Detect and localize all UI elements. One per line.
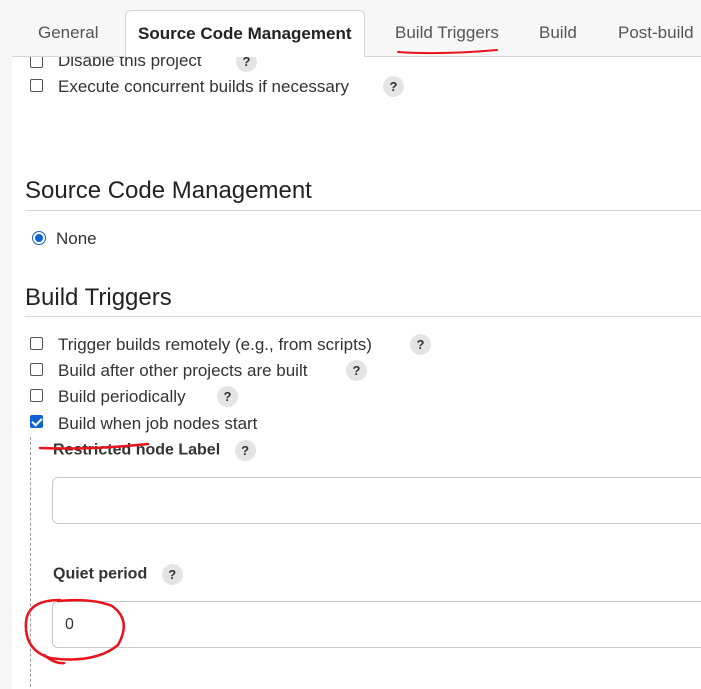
config-form: Disable this project ? Execute concurren…	[12, 57, 701, 689]
nested-options-guide	[30, 437, 31, 689]
help-icon[interactable]: ?	[410, 334, 431, 355]
tab-general[interactable]: General	[38, 10, 98, 56]
scm-section-title: Source Code Management	[25, 177, 312, 204]
restricted-node-label-input[interactable]	[52, 477, 701, 524]
help-icon[interactable]: ?	[346, 360, 367, 381]
scm-none-label: None	[56, 229, 97, 248]
restricted-node-label-text: Restricted node Label	[53, 441, 221, 459]
triggers-section-title: Build Triggers	[25, 284, 172, 311]
trigger-after-other-label: Build after other projects are built	[58, 361, 308, 380]
tab-post-build[interactable]: Post-build	[618, 10, 694, 56]
triggers-divider	[25, 316, 701, 317]
tab-build[interactable]: Build	[539, 10, 577, 56]
trigger-periodically-label: Build periodically	[58, 387, 186, 406]
help-icon[interactable]: ?	[236, 57, 257, 72]
help-icon[interactable]: ?	[217, 386, 238, 407]
quiet-period-text: Quiet period	[53, 565, 148, 583]
restricted-node-label-title: Restricted node Label ?	[53, 440, 256, 461]
tab-build-triggers[interactable]: Build Triggers	[395, 10, 499, 56]
trigger-remote-checkbox[interactable]	[30, 337, 43, 350]
trigger-periodically-checkbox[interactable]	[30, 389, 43, 402]
config-tab-bar: General Source Code Management Build Tri…	[12, 0, 701, 58]
concurrent-builds-label: Execute concurrent builds if necessary	[58, 77, 350, 96]
quiet-period-input[interactable]	[52, 601, 701, 648]
disable-project-checkbox[interactable]	[30, 57, 43, 68]
help-icon[interactable]: ?	[161, 564, 183, 585]
scm-none-radio[interactable]	[32, 231, 46, 245]
help-icon[interactable]: ?	[383, 76, 404, 97]
help-icon[interactable]: ?	[234, 440, 256, 461]
concurrent-builds-checkbox[interactable]	[30, 79, 43, 92]
tab-source-code-management[interactable]: Source Code Management	[125, 10, 365, 58]
trigger-after-other-checkbox[interactable]	[30, 363, 43, 376]
trigger-job-nodes-label: Build when job nodes start	[58, 414, 258, 433]
disable-project-label: Disable this project	[58, 57, 202, 70]
trigger-job-nodes-checkbox[interactable]	[30, 415, 43, 428]
trigger-remote-label: Trigger builds remotely (e.g., from scri…	[58, 335, 372, 354]
quiet-period-title: Quiet period ?	[53, 564, 183, 585]
scm-divider	[25, 210, 701, 211]
